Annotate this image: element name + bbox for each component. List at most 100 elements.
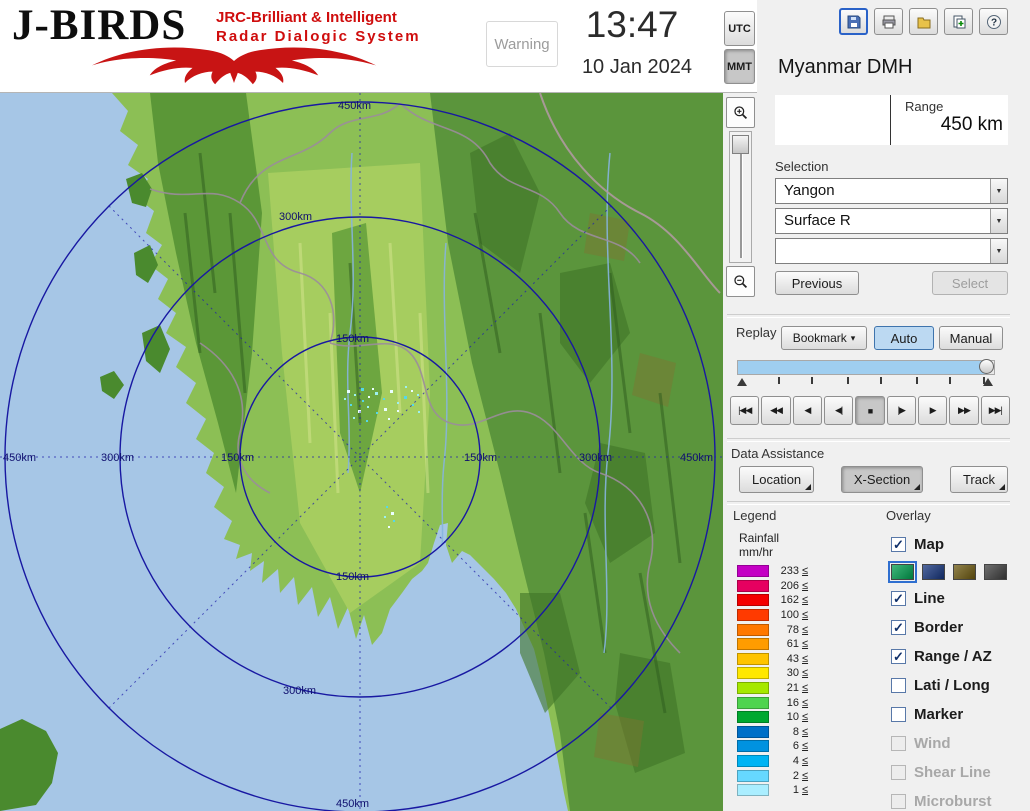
track-button[interactable]: Track: [950, 466, 1008, 493]
replay-fast-forward-button[interactable]: ▶▶: [949, 396, 978, 425]
legend-threshold-link[interactable]: ≤: [802, 609, 808, 621]
legend-value: 16: [769, 697, 799, 709]
map-style-swatch-4[interactable]: [984, 564, 1007, 580]
zoom-slider-handle[interactable]: [732, 135, 749, 154]
replay-slider-handle[interactable]: [979, 359, 994, 374]
replay-play-button[interactable]: ▶: [918, 396, 947, 425]
replay-play-back-button[interactable]: ◀: [793, 396, 822, 425]
overlay-title: Overlay: [886, 508, 931, 523]
chevron-down-icon: ▾: [851, 333, 856, 344]
checkbox-border[interactable]: ✓: [891, 620, 906, 635]
bookmark-tick: [880, 377, 882, 384]
svg-text:150km: 150km: [464, 452, 497, 464]
manual-button[interactable]: Manual: [939, 326, 1003, 350]
legend-threshold-link[interactable]: ≤: [802, 594, 808, 606]
replay-skip-start-button[interactable]: |◀◀: [730, 396, 759, 425]
x-section-button[interactable]: X-Section: [841, 466, 923, 493]
warning-button[interactable]: Warning: [486, 21, 558, 67]
checkbox-marker[interactable]: [891, 707, 906, 722]
replay-label: Replay: [736, 325, 776, 340]
overlay-item-line[interactable]: ✓Line: [891, 584, 1025, 613]
legend-threshold-link[interactable]: ≤: [802, 770, 808, 782]
logo-subtitle: JRC-Brilliant & Intelligent Radar Dialog…: [216, 9, 421, 47]
previous-button[interactable]: Previous: [775, 271, 859, 295]
checkbox-lati-long[interactable]: [891, 678, 906, 693]
legend-threshold-link[interactable]: ≤: [802, 682, 808, 694]
replay-step-back-button[interactable]: ◀|: [824, 396, 853, 425]
legend-value: 6: [769, 740, 799, 752]
zoom-in-button[interactable]: [726, 97, 755, 128]
map-style-swatch-3[interactable]: [953, 564, 976, 580]
open-button[interactable]: [909, 8, 938, 35]
select-button: Select: [932, 271, 1008, 295]
legend-threshold-link[interactable]: ≤: [802, 726, 808, 738]
add-button[interactable]: [944, 8, 973, 35]
radar-map[interactable]: 450km300km150km450km300km150km150km300km…: [0, 93, 723, 811]
chevron-down-icon[interactable]: ▼: [990, 209, 1007, 233]
overlay-item-range-az[interactable]: ✓Range / AZ: [891, 642, 1025, 671]
product-dropdown[interactable]: Surface R ▼: [775, 208, 1008, 234]
checkbox-map[interactable]: ✓: [891, 537, 906, 552]
replay-tick-strip: [737, 376, 993, 388]
mmt-button[interactable]: MMT: [724, 49, 755, 84]
overlay-label: Map: [914, 536, 944, 553]
replay-slider[interactable]: [737, 360, 995, 375]
logo-title: J-BIRDS: [12, 4, 186, 47]
assist-button-label: X-Section: [854, 472, 910, 487]
legend-value: 1: [769, 784, 799, 796]
overlay-item-border[interactable]: ✓Border: [891, 613, 1025, 642]
zoom-out-button[interactable]: [726, 266, 755, 297]
legend-value: 100: [769, 609, 799, 621]
legend-threshold-link[interactable]: ≤: [802, 565, 808, 577]
checkbox-line[interactable]: ✓: [891, 591, 906, 606]
overlay-item-lati-long[interactable]: Lati / Long: [891, 671, 1025, 700]
assist-button-label: Location: [752, 472, 801, 487]
zoom-slider[interactable]: [729, 131, 752, 263]
overlay-item-marker[interactable]: Marker: [891, 700, 1025, 729]
replay-step-forward-button[interactable]: |▶: [887, 396, 916, 425]
replay-skip-end-button[interactable]: ▶▶|: [981, 396, 1010, 425]
overlay-item-map[interactable]: ✓ Map: [891, 530, 1025, 559]
bookmark-button[interactable]: Bookmark ▾: [781, 326, 867, 350]
legend-value: 61: [769, 638, 799, 650]
replay-stop-button[interactable]: ■: [855, 396, 884, 425]
chevron-down-icon[interactable]: ▼: [990, 239, 1007, 263]
replay-fast-rewind-button[interactable]: ◀◀: [761, 396, 790, 425]
jbirds-app: J-BIRDS JRC-Brilliant & Intelligent Rada…: [0, 0, 1030, 811]
legend-row: 206≤: [737, 579, 837, 594]
save-button[interactable]: [839, 8, 868, 35]
legend-threshold-link[interactable]: ≤: [802, 580, 808, 592]
svg-text:300km: 300km: [579, 452, 612, 464]
location-button[interactable]: Location: [739, 466, 814, 493]
map-style-swatch-1[interactable]: [891, 564, 914, 580]
legend-row: 6≤: [737, 739, 837, 754]
site-dropdown[interactable]: Yangon ▼: [775, 178, 1008, 204]
chevron-down-icon[interactable]: ▼: [990, 179, 1007, 203]
legend-threshold-link[interactable]: ≤: [802, 784, 808, 796]
checkbox-range-az[interactable]: ✓: [891, 649, 906, 664]
separator: [727, 438, 1010, 442]
help-button[interactable]: ?: [979, 8, 1008, 35]
map-style-swatch-2[interactable]: [922, 564, 945, 580]
legend-threshold-link[interactable]: ≤: [802, 624, 808, 636]
legend-threshold-link[interactable]: ≤: [802, 711, 808, 723]
radar-map-display[interactable]: 450km300km150km450km300km150km150km300km…: [0, 93, 723, 811]
data-assistance-label: Data Assistance: [731, 446, 824, 461]
legend-threshold-link[interactable]: ≤: [802, 653, 808, 665]
legend-value: 206: [769, 580, 799, 592]
header: J-BIRDS JRC-Brilliant & Intelligent Rada…: [0, 0, 757, 93]
print-button[interactable]: [874, 8, 903, 35]
legend-threshold-link[interactable]: ≤: [802, 697, 808, 709]
legend-threshold-link[interactable]: ≤: [802, 638, 808, 650]
legend-threshold-link[interactable]: ≤: [802, 667, 808, 679]
legend-threshold-link[interactable]: ≤: [802, 755, 808, 767]
legend-threshold-link[interactable]: ≤: [802, 740, 808, 752]
utc-button[interactable]: UTC: [724, 11, 755, 46]
legend-color-swatch: [737, 638, 769, 650]
auto-button[interactable]: Auto: [874, 326, 934, 350]
legend-color-swatch: [737, 682, 769, 694]
flyout-arrow-icon: [914, 484, 920, 490]
extra-dropdown[interactable]: ▼: [775, 238, 1008, 264]
eagle-logo-icon: [8, 44, 460, 88]
flyout-arrow-icon: [999, 484, 1005, 490]
